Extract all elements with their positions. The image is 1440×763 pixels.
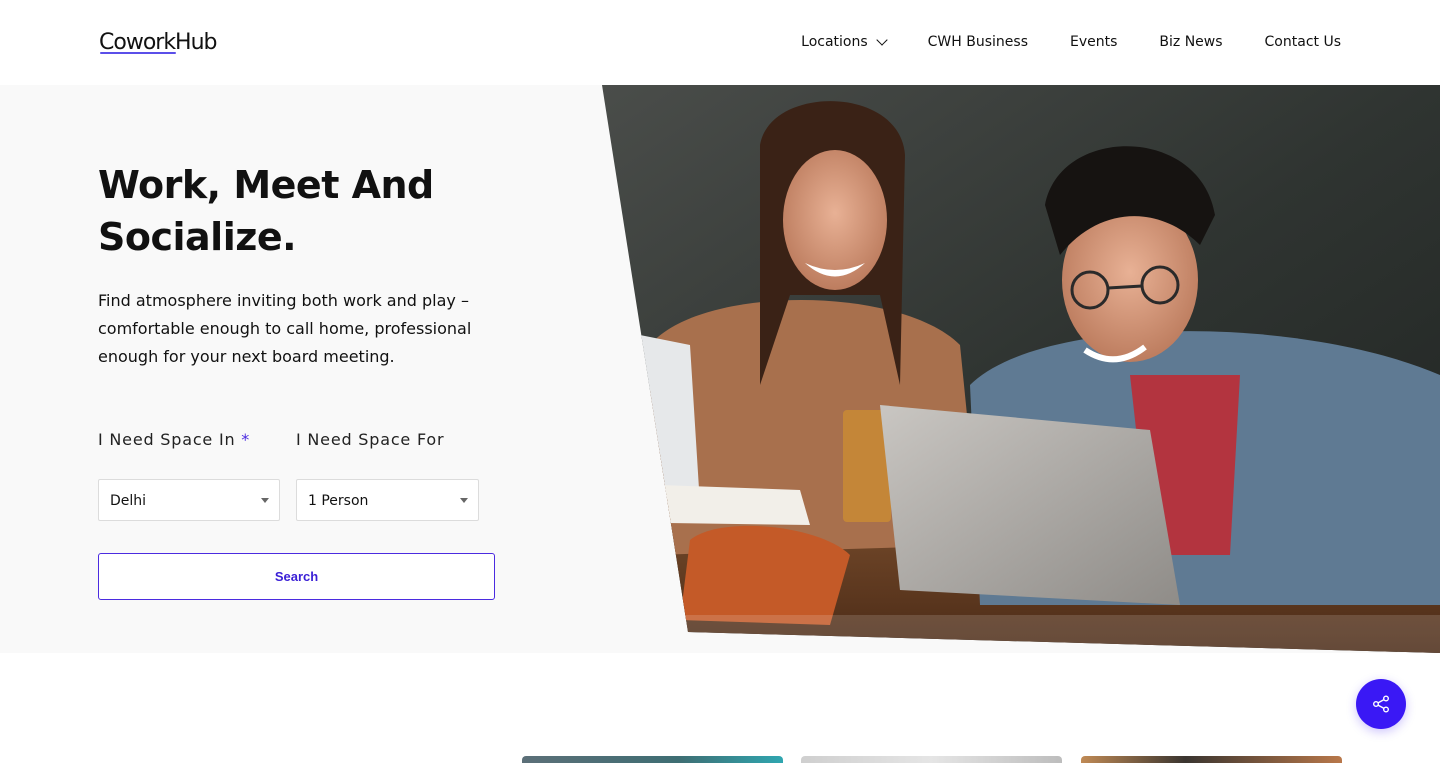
nav-item-label: Contact Us [1264, 34, 1341, 50]
search-button[interactable]: Search [98, 553, 495, 600]
page-title: Work, Meet And Socialize. [98, 159, 518, 263]
space-in-label: I Need Space In * [98, 430, 250, 449]
logo-underline [100, 52, 176, 54]
hero-section: Work, Meet And Socialize. Find atmospher… [0, 85, 1440, 653]
nav-item-label: Biz News [1159, 34, 1223, 50]
caret-down-icon [460, 498, 468, 503]
share-button[interactable] [1356, 679, 1406, 729]
nav-item-locations[interactable]: Locations [801, 33, 888, 50]
nav-item-biz-news[interactable]: Biz News [1159, 34, 1222, 50]
space-for-select[interactable]: 1 Person [296, 479, 479, 521]
space-in-value: Delhi [110, 493, 147, 509]
nav-item-events[interactable]: Events [1070, 34, 1117, 50]
hero-description: Find atmosphere inviting both work and p… [98, 291, 472, 366]
title-line-1: Work, Meet And [98, 163, 434, 207]
nav-item-cwh-business[interactable]: CWH Business [928, 34, 1028, 50]
nav-item-label: Locations [801, 34, 868, 50]
site-header: CoworkHub Locations CWH Business Events … [0, 0, 1440, 85]
space-for-label: I Need Space For [296, 430, 445, 449]
title-line-2: Socialize. [98, 215, 297, 259]
nav-item-label: Events [1070, 34, 1118, 50]
location-card-image[interactable] [1081, 756, 1342, 763]
space-for-value: 1 Person [308, 493, 369, 509]
space-in-label-text: I Need Space In [98, 430, 236, 449]
required-mark: * [241, 430, 251, 449]
space-in-select[interactable]: Delhi [98, 479, 280, 521]
chevron-down-icon [875, 33, 888, 46]
nav-item-contact-us[interactable]: Contact Us [1265, 34, 1341, 50]
caret-down-icon [261, 498, 269, 503]
share-icon [1373, 695, 1389, 713]
location-card-image[interactable] [801, 756, 1062, 763]
main-nav: Locations CWH Business Events Biz News C… [801, 33, 1341, 50]
nav-item-label: CWH Business [927, 34, 1028, 50]
location-card-image[interactable] [522, 756, 783, 763]
